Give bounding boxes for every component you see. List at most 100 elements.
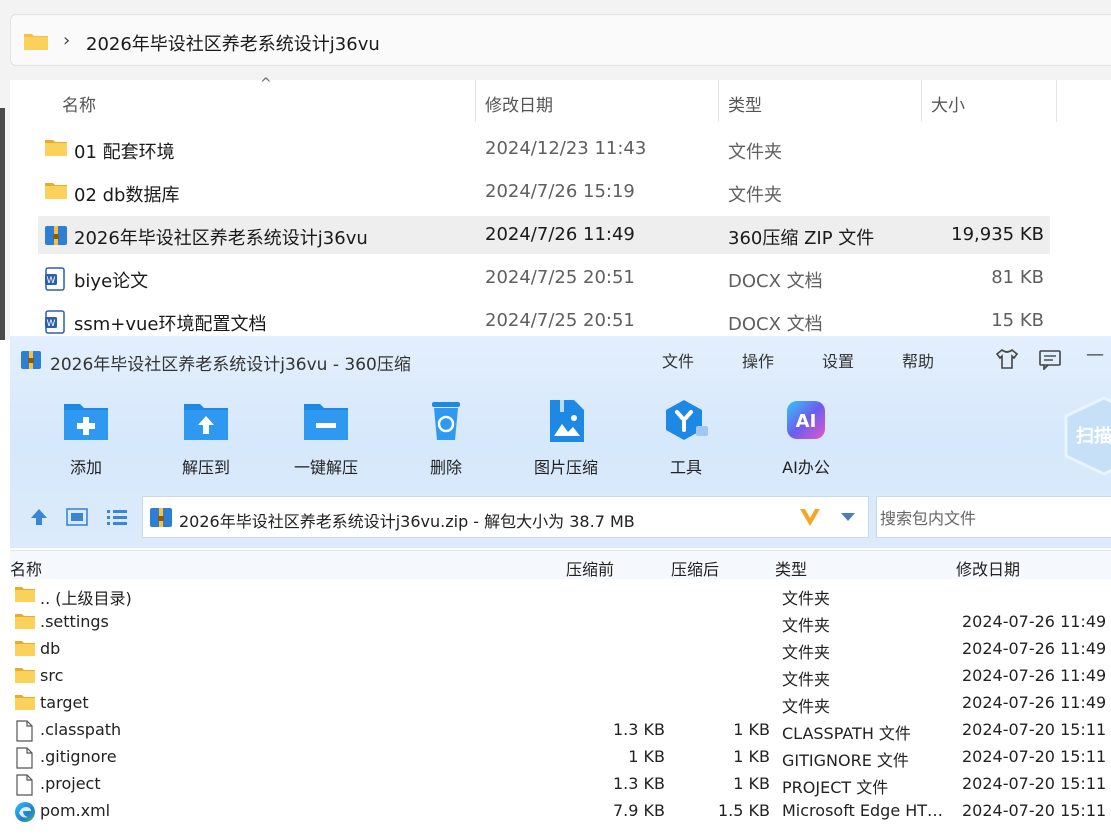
vip-v-icon[interactable] — [798, 506, 822, 532]
archive-row[interactable]: pom.xml 7.9 KB 1.5 KB Microsoft Edge HT…… — [10, 798, 1111, 825]
menu-help[interactable]: 帮助 — [902, 348, 934, 372]
add-button[interactable]: 添加 — [36, 398, 136, 478]
column-header-after[interactable]: 压缩后 — [671, 556, 719, 580]
column-divider[interactable] — [475, 80, 476, 122]
address-path[interactable]: 2026年毕设社区养老系统设计j36vu — [86, 30, 380, 56]
entry-modified: 2024-07-26 11:49 — [962, 639, 1107, 658]
entry-type: PROJECT 文件 — [782, 778, 889, 797]
file-row[interactable]: W biye论文 2024/7/25 20:51 DOCX 文档 81 KB — [38, 259, 1050, 297]
menu-file[interactable]: 文件 — [662, 348, 694, 372]
file-type: 文件夹 — [728, 142, 782, 163]
skin-shirt-icon[interactable] — [995, 348, 1019, 374]
column-header-name[interactable]: 名称 — [10, 556, 42, 580]
entry-size-after: 1 KB — [733, 720, 770, 739]
entry-name: .gitignore — [40, 747, 117, 766]
archive-row[interactable]: db 文件夹 2024-07-26 11:49 — [10, 636, 1111, 663]
column-header-type[interactable]: 类型 — [775, 556, 807, 580]
entry-type: Microsoft Edge HT… — [782, 801, 944, 820]
entry-size-after: 1 KB — [733, 747, 770, 766]
address-bar[interactable]: › 2026年毕设社区养老系统设计j36vu — [10, 14, 1111, 66]
archive-row[interactable]: .gitignore 1 KB 1 KB GITIGNORE 文件 2024-0… — [10, 744, 1111, 771]
chevron-down-icon[interactable] — [839, 509, 857, 528]
entry-type: 文件夹 — [782, 589, 831, 608]
entry-name: target — [40, 693, 89, 712]
file-row-selected[interactable]: 2026年毕设社区养老系统设计j36vu 2024/7/26 11:49 360… — [38, 216, 1050, 254]
up-arrow-icon[interactable] — [28, 506, 50, 532]
file-icon — [14, 774, 34, 800]
file-icon — [14, 720, 34, 746]
entry-name: db — [40, 639, 61, 658]
file-row[interactable]: 02 db数据库 2024/7/26 15:19 文件夹 — [38, 173, 1050, 211]
zip-archive-icon — [20, 349, 42, 375]
entry-name: .classpath — [40, 720, 122, 739]
entry-type: GITIGNORE 文件 — [782, 751, 909, 770]
thumbnail-view-icon[interactable] — [66, 508, 88, 530]
extract-to-label: 解压到 — [181, 458, 230, 477]
list-view-icon[interactable] — [106, 508, 128, 530]
file-row[interactable]: 01 配套环境 2024/12/23 11:43 文件夹 — [38, 130, 1050, 168]
file-name: 01 配套环境 — [74, 142, 175, 163]
column-header-type[interactable]: 类型 — [728, 91, 762, 116]
extract-to-icon — [182, 398, 230, 446]
entry-modified: 2024-07-20 15:11 — [962, 801, 1107, 820]
folder-icon — [44, 181, 68, 206]
entry-type: 文件夹 — [782, 670, 831, 689]
entry-name: pom.xml — [40, 801, 111, 820]
file-type: DOCX 文档 — [728, 314, 823, 335]
svg-text:W: W — [47, 319, 56, 329]
column-header-before[interactable]: 压缩前 — [566, 556, 614, 580]
delete-label: 删除 — [429, 458, 462, 477]
folder-icon — [14, 666, 36, 688]
image-compress-icon — [546, 398, 586, 448]
image-compress-button[interactable]: 图片压缩 — [516, 398, 616, 478]
one-click-extract-icon — [302, 398, 350, 446]
column-divider[interactable] — [718, 80, 719, 122]
archive-window: 2026年毕设社区养老系统设计j36vu - 360压缩 文件 操作 设置 帮助… — [10, 336, 1111, 835]
archive-row[interactable]: .. (上级目录) 文件夹 — [10, 582, 1111, 609]
archive-path-bar[interactable]: 2026年毕设社区养老系统设计j36vu.zip - 解包大小为 38.7 MB — [142, 496, 869, 538]
folder-icon — [44, 138, 68, 163]
search-box[interactable] — [876, 496, 1111, 538]
archive-row[interactable]: .classpath 1.3 KB 1 KB CLASSPATH 文件 2024… — [10, 717, 1111, 744]
entry-modified: 2024-07-20 15:11 — [962, 774, 1107, 793]
file-row[interactable]: W ssm+vue环境配置文档 2024/7/25 20:51 DOCX 文档 … — [38, 302, 1050, 340]
entry-modified: 2024-07-26 11:49 — [962, 693, 1107, 712]
archive-row[interactable]: target 文件夹 2024-07-26 11:49 — [10, 690, 1111, 717]
one-click-extract-button[interactable]: 一键解压 — [276, 398, 376, 478]
entry-type: 文件夹 — [782, 616, 831, 635]
column-header-modified[interactable]: 修改日期 — [956, 556, 1020, 580]
column-header-modified[interactable]: 修改日期 — [485, 91, 553, 116]
column-divider[interactable] — [921, 80, 922, 122]
menu-operation[interactable]: 操作 — [742, 348, 774, 372]
tools-label: 工具 — [669, 458, 702, 477]
menu-settings[interactable]: 设置 — [822, 348, 854, 372]
search-input[interactable] — [878, 498, 1110, 538]
delete-button[interactable]: 删除 — [396, 398, 496, 478]
archive-row[interactable]: .project 1.3 KB 1 KB PROJECT 文件 2024-07-… — [10, 771, 1111, 798]
file-name: biye论文 — [74, 271, 149, 292]
add-label: 添加 — [69, 458, 102, 477]
svg-text:AI: AI — [796, 411, 817, 432]
file-icon — [14, 747, 34, 773]
trash-icon — [426, 398, 466, 446]
archive-row[interactable]: src 文件夹 2024-07-26 11:49 — [10, 663, 1111, 690]
scan-badge[interactable]: 扫描 — [1064, 394, 1111, 482]
feedback-icon[interactable] — [1038, 348, 1062, 374]
archive-row[interactable]: .settings 文件夹 2024-07-26 11:49 — [10, 609, 1111, 636]
minimize-icon[interactable]: — — [1086, 344, 1104, 365]
extract-to-button[interactable]: 解压到 — [156, 398, 256, 478]
column-header-size[interactable]: 大小 — [931, 91, 965, 116]
file-modified: 2024/7/26 15:19 — [485, 181, 635, 202]
window-edge — [0, 108, 5, 340]
entry-name: .settings — [40, 612, 109, 631]
entry-name: src — [40, 666, 64, 685]
column-divider[interactable] — [1056, 80, 1057, 122]
ai-office-button[interactable]: AI AI办公 — [756, 398, 856, 478]
entry-size-before: 7.9 KB — [613, 801, 665, 820]
add-folder-icon — [62, 398, 110, 446]
tools-button[interactable]: 工具 — [636, 398, 736, 478]
entry-size-before: 1.3 KB — [613, 720, 665, 739]
column-header-name[interactable]: 名称 — [62, 91, 96, 116]
file-name: 2026年毕设社区养老系统设计j36vu — [74, 228, 368, 249]
archive-path-text: 2026年毕设社区养老系统设计j36vu.zip - 解包大小为 38.7 MB — [179, 512, 635, 531]
